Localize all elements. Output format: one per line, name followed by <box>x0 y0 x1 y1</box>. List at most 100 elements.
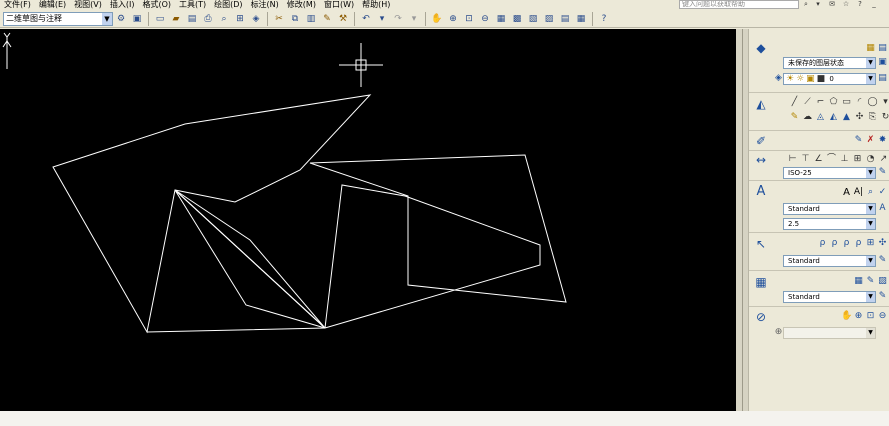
revision-cloud-icon[interactable]: ☁ <box>802 112 813 123</box>
multileader-icon[interactable]: ↖ <box>752 237 770 251</box>
table-icon[interactable]: ▦ <box>752 275 770 289</box>
layer-select[interactable]: ☀ ☼ ▣ ■ 0 ▼ <box>783 73 876 85</box>
multiline-text-icon[interactable]: A <box>841 187 852 198</box>
menu-dimension[interactable]: 标注(N) <box>247 0 283 10</box>
zoom-window-icon[interactable]: ⊡ <box>462 12 476 26</box>
undo-dropdown-icon[interactable]: ▾ <box>375 12 389 26</box>
help-icon[interactable]: ? <box>597 12 611 26</box>
zoom-realtime-icon[interactable]: ⊕ <box>446 12 460 26</box>
cut-icon[interactable]: ✂ <box>272 12 286 26</box>
boundary-icon[interactable]: ◬ <box>815 112 826 123</box>
arc-length-icon[interactable]: ⌒ <box>826 154 837 165</box>
menu-view[interactable]: 视图(V) <box>70 0 106 10</box>
zoom-realtime-icon[interactable]: ⊕ <box>853 311 864 322</box>
layer-previous-icon[interactable]: ▤ <box>877 43 888 54</box>
zoom-previous-icon[interactable]: ⊖ <box>877 311 888 322</box>
text-style-manager-icon[interactable]: A <box>877 203 888 214</box>
region-icon[interactable]: ◭ <box>828 112 839 123</box>
menu-help[interactable]: 帮助(H) <box>358 0 394 10</box>
menu-insert[interactable]: 插入(I) <box>106 0 139 10</box>
angular-dim-icon[interactable]: ∠ <box>813 154 824 165</box>
mleader-style-manager-icon[interactable]: ✎ <box>877 255 888 266</box>
match-properties-icon[interactable]: ✎ <box>853 135 864 146</box>
construction-line-icon[interactable]: ⟋ <box>802 97 813 108</box>
text-style-select[interactable]: Standard ▼ <box>783 203 876 215</box>
zoom-previous-icon[interactable]: ⊖ <box>478 12 492 26</box>
communication-icon[interactable]: ✉ <box>827 0 837 9</box>
sheet-set-icon[interactable]: ▨ <box>542 12 556 26</box>
drawing-area[interactable] <box>0 29 742 411</box>
3d-dwf-icon[interactable]: ◈ <box>249 12 263 26</box>
insert-table-icon[interactable]: ▦ <box>853 276 864 287</box>
chevron-down-icon[interactable]: ▾ <box>813 0 823 9</box>
spell-check-icon[interactable]: ✓ <box>877 187 888 198</box>
navigate-icon[interactable]: ⊘ <box>752 310 770 324</box>
leader-settings-icon[interactable]: ⊞ <box>865 238 876 249</box>
open-folder-icon[interactable]: ▰ <box>169 12 183 26</box>
erase-icon[interactable]: ✗ <box>865 135 876 146</box>
pan-icon[interactable]: ✋ <box>841 311 852 322</box>
menu-format[interactable]: 格式(O) <box>138 0 175 10</box>
menu-file[interactable]: 文件(F) <box>0 0 35 10</box>
circle-icon[interactable]: ◯ <box>867 97 878 108</box>
copy-icon[interactable]: ⧉ <box>288 12 302 26</box>
table-link-icon[interactable]: ▨ <box>877 276 888 287</box>
zoom-window-icon[interactable]: ⊡ <box>865 311 876 322</box>
block-icon[interactable]: ✣ <box>854 112 865 123</box>
menu-modify[interactable]: 修改(M) <box>283 0 320 10</box>
properties-icon[interactable]: ▦ <box>494 12 508 26</box>
table-edit-icon[interactable]: ✎ <box>865 276 876 287</box>
align-leader-icon[interactable]: ρ <box>841 238 852 249</box>
modify-icon[interactable]: ✐ <box>752 134 770 148</box>
help-search-input[interactable]: 键入问题以获取帮助 <box>679 0 799 9</box>
table-style-manager-icon[interactable]: ✎ <box>877 291 888 302</box>
undo-icon[interactable]: ↶ <box>359 12 373 26</box>
layer-settings-icon[interactable]: ▤ <box>877 73 888 84</box>
more-draw-icon[interactable]: ▾ <box>880 97 889 108</box>
print-preview-icon[interactable]: ⌕ <box>217 12 231 26</box>
workspace-settings-icon[interactable]: ⚙ <box>114 12 128 26</box>
polyline-icon[interactable]: ⌐ <box>815 97 826 108</box>
rectangle-icon[interactable]: ▭ <box>841 97 852 108</box>
layer-state-select[interactable]: 未保存的图层状态 ▼ <box>783 57 876 69</box>
collect-leader-icon[interactable]: ρ <box>853 238 864 249</box>
view-select[interactable]: ▼ <box>783 327 876 339</box>
leader-more-icon[interactable]: ✣ <box>877 238 888 249</box>
hatch-icon[interactable]: ✎ <box>789 112 800 123</box>
tool-palettes-icon[interactable]: ▧ <box>526 12 540 26</box>
add-leader-icon[interactable]: ρ <box>817 238 828 249</box>
dim-style-manager-icon[interactable]: ✎ <box>877 167 888 178</box>
baseline-dim-icon[interactable]: ⊥ <box>839 154 850 165</box>
new-file-icon[interactable]: ▭ <box>153 12 167 26</box>
paste-icon[interactable]: ▥ <box>304 12 318 26</box>
text-icon[interactable]: A <box>752 185 770 199</box>
polygon-icon[interactable]: ⬠ <box>828 97 839 108</box>
markup-icon[interactable]: ▤ <box>558 12 572 26</box>
text-height-select[interactable]: 2.5 ▼ <box>783 218 876 230</box>
continue-dim-icon[interactable]: ⊤ <box>800 154 811 165</box>
help-icon[interactable]: ? <box>855 0 865 9</box>
leader-icon[interactable]: ↗ <box>878 154 889 165</box>
table-style-select[interactable]: Standard ▼ <box>783 291 876 303</box>
radius-dim-icon[interactable]: ◔ <box>865 154 876 165</box>
menu-edit[interactable]: 编辑(E) <box>35 0 70 10</box>
menu-window[interactable]: 窗口(W) <box>320 0 358 10</box>
design-center-icon[interactable]: ▩ <box>510 12 524 26</box>
dim-style-select[interactable]: ISO-25 ▼ <box>783 167 876 179</box>
dimension-icon[interactable]: ↔ <box>752 153 770 167</box>
match-properties-icon[interactable]: ✎ <box>320 12 334 26</box>
layer-properties-icon[interactable]: ◆ <box>752 41 770 55</box>
arc-icon[interactable]: ◜ <box>854 97 865 108</box>
search-icon[interactable]: ⌕ <box>801 0 811 9</box>
workspace-select[interactable]: 二维草图与注释 ▼ <box>3 11 113 26</box>
rotate-icon[interactable]: ↻ <box>880 112 889 123</box>
redo-icon[interactable]: ↷ <box>391 12 405 26</box>
remove-leader-icon[interactable]: ρ <box>829 238 840 249</box>
menu-draw[interactable]: 绘图(D) <box>210 0 246 10</box>
draw-icon[interactable]: ◭ <box>752 97 770 111</box>
menu-tools[interactable]: 工具(T) <box>175 0 210 10</box>
layer-state-icon[interactable]: ▦ <box>865 43 876 54</box>
publish-icon[interactable]: ⊞ <box>233 12 247 26</box>
minimize-icon[interactable]: _ <box>869 0 879 9</box>
insert-icon[interactable]: ⎘ <box>867 112 878 123</box>
